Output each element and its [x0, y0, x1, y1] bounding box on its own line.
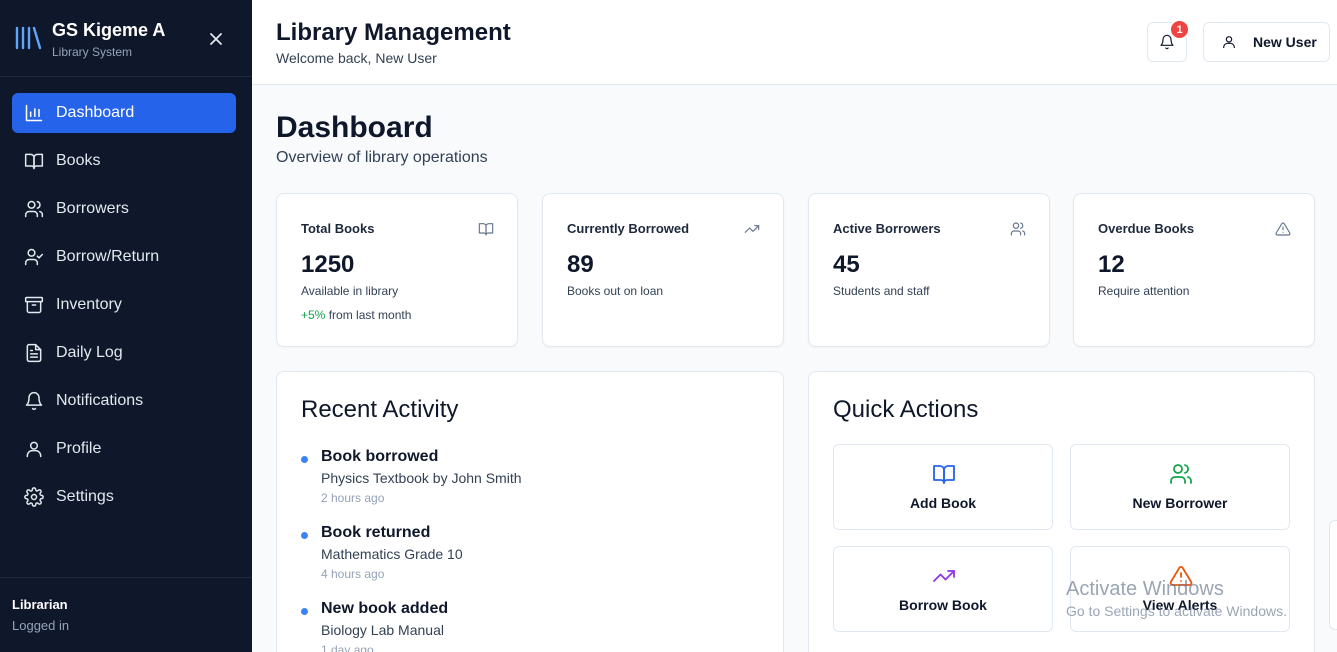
- sidebar-nav: Dashboard Books Borrowers Borrow/Return …: [12, 93, 236, 525]
- top-header: Library Management Welcome back, New Use…: [252, 0, 1337, 85]
- sidebar-item-daily-log[interactable]: Daily Log: [12, 333, 236, 373]
- trend-value: +5%: [301, 308, 326, 322]
- alert-triangle-icon: [1275, 221, 1291, 237]
- panel-title: Recent Activity: [301, 396, 459, 423]
- login-status: Logged in: [12, 618, 70, 633]
- activity-time: 2 hours ago: [321, 491, 385, 505]
- user-role: Librarian: [12, 597, 68, 612]
- trending-up-icon: [932, 564, 956, 588]
- bar-chart-icon: [24, 103, 44, 123]
- sidebar-item-dashboard[interactable]: Dashboard: [12, 93, 236, 133]
- stat-description: Students and staff: [833, 284, 930, 298]
- brand: GS Kigeme A Library System: [0, 0, 252, 77]
- sidebar-item-books[interactable]: Books: [12, 141, 236, 181]
- activity-detail: Mathematics Grade 10: [321, 546, 463, 562]
- stat-value: 12: [1098, 251, 1125, 278]
- sidebar-item-label: Profile: [56, 440, 102, 457]
- quick-actions-panel: Quick Actions Add Book New Borrower Borr…: [808, 371, 1315, 652]
- sidebar-item-label: Borrowers: [56, 200, 129, 217]
- users-icon: [1010, 221, 1026, 237]
- stat-label: Active Borrowers: [833, 221, 941, 236]
- sidebar-item-borrowers[interactable]: Borrowers: [12, 189, 236, 229]
- stat-description: Available in library: [301, 284, 399, 298]
- user-check-icon: [24, 247, 44, 267]
- brand-subtitle: Library System: [52, 45, 133, 59]
- action-label: Add Book: [909, 495, 977, 511]
- user-menu-button[interactable]: New User: [1203, 22, 1330, 62]
- stat-card-overdue-books: Overdue Books 12 Require attention: [1073, 193, 1315, 347]
- sidebar-item-profile[interactable]: Profile: [12, 429, 236, 469]
- trend-text: from last month: [325, 308, 412, 322]
- activity-detail: Physics Textbook by John Smith: [321, 470, 522, 486]
- welcome-text: Welcome back, New User: [276, 50, 437, 66]
- alert-triangle-icon: [1169, 564, 1193, 588]
- stat-label: Currently Borrowed: [567, 221, 690, 236]
- users-icon: [24, 199, 44, 219]
- gear-icon: [24, 487, 44, 507]
- activity-title: Book borrowed: [321, 448, 439, 465]
- activity-title: New book added: [321, 600, 449, 617]
- book-open-icon: [932, 462, 956, 486]
- sidebar-item-label: Books: [56, 152, 101, 169]
- user-icon: [1223, 36, 1235, 48]
- close-icon: [210, 33, 222, 45]
- activity-time: 1 day ago: [321, 643, 374, 652]
- bell-icon: [24, 391, 44, 411]
- activity-time: 4 hours ago: [321, 567, 385, 581]
- stat-trend: +5% from last month: [301, 308, 411, 322]
- stat-card-total-books: Total Books 1250 Available in library +5…: [276, 193, 518, 347]
- book-open-icon: [24, 151, 44, 171]
- activity-title: Book returned: [321, 524, 431, 541]
- stat-value: 1250: [301, 251, 355, 278]
- book-open-icon: [478, 221, 494, 237]
- borrow-book-button[interactable]: Borrow Book: [833, 546, 1053, 632]
- sidebar-item-borrow-return[interactable]: Borrow/Return: [12, 237, 236, 277]
- users-icon: [1169, 462, 1193, 486]
- stat-value: 89: [567, 251, 594, 278]
- page-subtitle: Overview of library operations: [276, 149, 488, 166]
- sidebar-item-label: Borrow/Return: [56, 248, 160, 265]
- stat-label: Overdue Books: [1098, 221, 1195, 236]
- user-icon: [24, 439, 44, 459]
- archive-icon: [24, 295, 44, 315]
- stat-card-currently-borrowed: Currently Borrowed 89 Books out on loan: [542, 193, 784, 347]
- sidebar-item-label: Notifications: [56, 392, 144, 409]
- stat-description: Require attention: [1098, 284, 1190, 298]
- activity-detail: Biology Lab Manual: [321, 622, 444, 638]
- brand-title: GS Kigeme A: [52, 20, 166, 40]
- side-scroll-handle[interactable]: [1329, 520, 1337, 630]
- add-book-button[interactable]: Add Book: [833, 444, 1053, 530]
- sidebar-item-label: Settings: [56, 488, 114, 505]
- sidebar-item-settings[interactable]: Settings: [12, 477, 236, 517]
- sidebar-item-label: Inventory: [56, 296, 122, 313]
- stat-card-active-borrowers: Active Borrowers 45 Students and staff: [808, 193, 1050, 347]
- page-title: Dashboard: [276, 111, 433, 144]
- close-sidebar-button[interactable]: [206, 29, 226, 49]
- action-label: View Alerts: [1142, 597, 1218, 613]
- trending-up-icon: [744, 221, 760, 237]
- recent-activity-panel: Recent Activity Book borrowed Physics Te…: [276, 371, 784, 652]
- library-logo-icon: [15, 26, 42, 50]
- activity-dot: [301, 456, 308, 463]
- stat-label: Total Books: [301, 221, 375, 236]
- sidebar: GS Kigeme A Library System Dashboard Boo…: [0, 0, 252, 652]
- sidebar-footer: Librarian Logged in: [0, 577, 252, 652]
- sidebar-item-label: Daily Log: [56, 344, 123, 361]
- panel-title: Quick Actions: [833, 396, 979, 423]
- stat-description: Books out on loan: [567, 284, 664, 298]
- app-title: Library Management: [276, 19, 511, 46]
- view-alerts-button[interactable]: View Alerts: [1070, 546, 1290, 632]
- user-button-label: New User: [1253, 34, 1317, 50]
- new-borrower-button[interactable]: New Borrower: [1070, 444, 1290, 530]
- sidebar-item-label: Dashboard: [56, 104, 135, 121]
- action-label: Borrow Book: [899, 597, 987, 613]
- activity-dot: [301, 532, 308, 539]
- action-label: New Borrower: [1132, 495, 1228, 511]
- notification-count-badge: 1: [1169, 19, 1190, 40]
- stat-value: 45: [833, 251, 860, 278]
- sidebar-item-notifications[interactable]: Notifications: [12, 381, 236, 421]
- file-text-icon: [24, 343, 44, 363]
- activity-dot: [301, 608, 308, 615]
- sidebar-item-inventory[interactable]: Inventory: [12, 285, 236, 325]
